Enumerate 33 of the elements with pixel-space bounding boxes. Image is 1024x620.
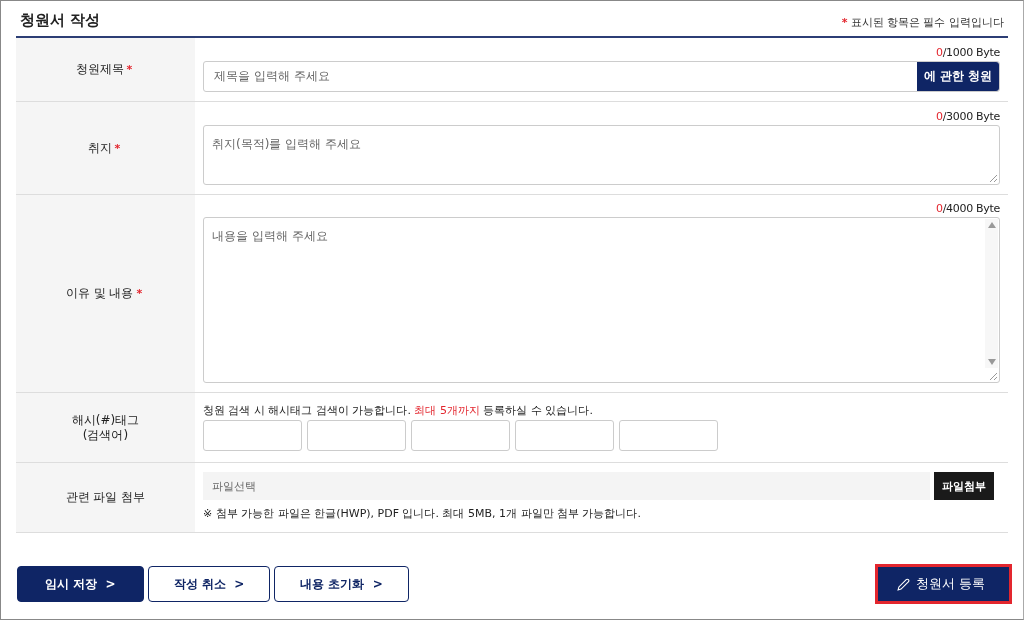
byte-counter: 0/1000 Byte (935, 45, 1000, 59)
file-attach-button[interactable]: 파일첨부 (934, 472, 994, 500)
hashtag-hint: 청원 검색 시 해시태그 검색이 가능합니다. 최대 5개까지 등록하실 수 있습니다. (203, 402, 594, 418)
action-button[interactable]: 임시 저장 > (17, 566, 144, 602)
suffix-button[interactable]: 에 관한 청원 (916, 61, 999, 91)
field-label: 이유 및 내용 * (16, 195, 195, 392)
hashtag-input-field[interactable] (307, 419, 406, 451)
byte-counter: 0/4000 Byte (935, 202, 1000, 215)
required-note: * 표시된 항목은 필수 입력입니다 (841, 15, 1004, 30)
action-button[interactable]: 작성 취소 > (147, 566, 271, 602)
field-label: 관련 파일 첨부 (16, 463, 195, 532)
title-input-field[interactable]: 제목을 입력해 주세요 에 관한 청원 (203, 60, 1000, 92)
hashtag-input-field[interactable] (203, 419, 302, 451)
hashtag-input-field[interactable] (619, 419, 718, 451)
text-area-field[interactable]: 취지(목적)를 입력해 주세요 (203, 124, 1000, 185)
file-select-field[interactable]: 파일선택 (203, 472, 930, 500)
byte-counter: 0/3000 Byte (935, 109, 1000, 123)
action-button[interactable]: 내용 초기화 > (274, 566, 409, 602)
resize-grip-icon[interactable] (989, 372, 997, 380)
submit-button[interactable]: 청원서 등록 (877, 567, 1009, 601)
scrollbar[interactable] (985, 219, 998, 368)
page-title: 청원서 작성 (20, 11, 101, 30)
file-note: ※ 첨부 가능한 파일은 한글(HWP), PDF 입니다. 최대 5MB, 1개 파일만 첨부 가능합니다. (203, 506, 642, 521)
scroll-down-arrow-icon[interactable] (987, 359, 996, 365)
field-label: 해시(#)태그 (검색어) (16, 393, 195, 462)
hashtag-input-field[interactable] (411, 419, 510, 451)
field-label: 취지 * (16, 102, 195, 194)
text-area-field[interactable]: 내용을 입력해 주세요 (203, 217, 1000, 383)
pencil-icon (896, 577, 910, 591)
scroll-up-arrow-icon[interactable] (987, 222, 996, 228)
resize-grip-icon[interactable] (989, 173, 997, 182)
hashtag-input-field[interactable] (515, 419, 614, 451)
field-label: 청원제목 * (16, 38, 195, 101)
